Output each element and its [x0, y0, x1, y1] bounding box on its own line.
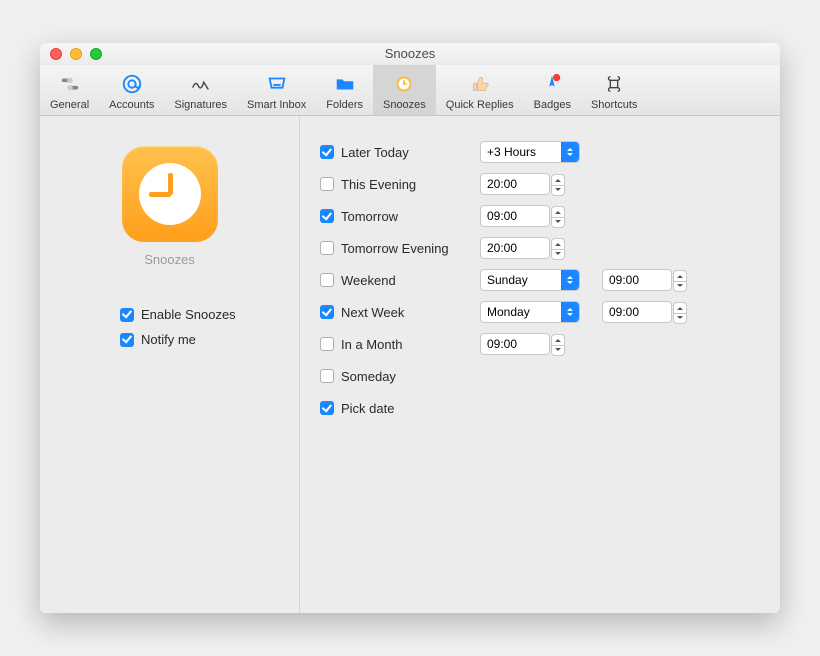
at-icon — [109, 71, 154, 97]
toolbar: General Accounts Signatures Smart Inbox … — [40, 65, 780, 116]
tab-folders[interactable]: Folders — [316, 65, 373, 115]
signature-icon — [174, 71, 227, 97]
preferences-window: Snoozes General Accounts Signatures Smar… — [40, 43, 780, 613]
row-weekend: Weekend Sunday 09:00 — [320, 268, 760, 292]
label: Notify me — [141, 332, 196, 347]
next-week-time[interactable]: 09:00 — [602, 301, 672, 323]
in-a-month-time[interactable]: 09:00 — [480, 333, 550, 355]
checkbox[interactable] — [120, 308, 134, 322]
tab-label: Shortcuts — [591, 99, 637, 111]
inbox-icon — [247, 71, 306, 97]
label: Pick date — [341, 401, 394, 416]
label: This Evening — [341, 177, 416, 192]
row-in-a-month: In a Month 09:00 — [320, 332, 760, 356]
tab-label: Signatures — [174, 99, 227, 111]
checkbox[interactable] — [320, 241, 334, 255]
stepper[interactable] — [673, 302, 687, 324]
weekend-day-select[interactable]: Sunday — [480, 269, 580, 291]
sidebar: Snoozes Enable Snoozes Notify me — [40, 116, 300, 613]
label: Weekend — [341, 273, 396, 288]
stepper[interactable] — [551, 206, 565, 228]
badges-icon — [534, 71, 571, 97]
tab-label: Accounts — [109, 99, 154, 111]
checkbox[interactable] — [120, 333, 134, 347]
enable-snoozes-option[interactable]: Enable Snoozes — [120, 307, 236, 322]
row-next-week: Next Week Monday 09:00 — [320, 300, 760, 324]
tab-signatures[interactable]: Signatures — [164, 65, 237, 115]
later-today-select[interactable]: +3 Hours — [480, 141, 580, 163]
minimize-button[interactable] — [70, 48, 82, 60]
stepper[interactable] — [551, 174, 565, 196]
checkbox[interactable] — [320, 369, 334, 383]
window-controls — [50, 48, 102, 60]
checkbox[interactable] — [320, 145, 334, 159]
sidebar-title: Snoozes — [144, 252, 195, 267]
stepper[interactable] — [673, 270, 687, 292]
options-panel: Later Today +3 Hours This Evening 20:00 … — [300, 116, 780, 613]
label: Next Week — [341, 305, 404, 320]
label: Someday — [341, 369, 396, 384]
row-someday: Someday — [320, 364, 760, 388]
switches-icon — [50, 71, 89, 97]
tab-snoozes[interactable]: Snoozes — [373, 65, 436, 115]
row-later-today: Later Today +3 Hours — [320, 140, 760, 164]
tomorrow-time[interactable]: 09:00 — [480, 205, 550, 227]
row-pick-date: Pick date — [320, 396, 760, 420]
checkbox[interactable] — [320, 337, 334, 351]
label: Enable Snoozes — [141, 307, 236, 322]
clock-face — [139, 163, 201, 225]
content: Snoozes Enable Snoozes Notify me Later T… — [40, 116, 780, 613]
tab-label: Quick Replies — [446, 99, 514, 111]
tab-label: Badges — [534, 99, 571, 111]
row-tomorrow-evening: Tomorrow Evening 20:00 — [320, 236, 760, 260]
stepper[interactable] — [551, 238, 565, 260]
command-icon — [591, 71, 637, 97]
tab-quick-replies[interactable]: Quick Replies — [436, 65, 524, 115]
tab-accounts[interactable]: Accounts — [99, 65, 164, 115]
chevron-updown-icon — [561, 302, 579, 322]
label: Later Today — [341, 145, 409, 160]
checkbox[interactable] — [320, 273, 334, 287]
checkbox[interactable] — [320, 209, 334, 223]
snoozes-app-icon — [122, 146, 218, 242]
stepper[interactable] — [551, 334, 565, 356]
tab-general[interactable]: General — [40, 65, 99, 115]
titlebar: Snoozes — [40, 43, 780, 65]
chevron-updown-icon — [561, 142, 579, 162]
tab-label: Folders — [326, 99, 363, 111]
checkbox[interactable] — [320, 305, 334, 319]
label: In a Month — [341, 337, 402, 352]
next-week-day-select[interactable]: Monday — [480, 301, 580, 323]
tab-label: Snoozes — [383, 99, 426, 111]
tab-label: Smart Inbox — [247, 99, 306, 111]
weekend-time[interactable]: 09:00 — [602, 269, 672, 291]
minute-hand — [168, 173, 173, 195]
tab-shortcuts[interactable]: Shortcuts — [581, 65, 647, 115]
checkbox[interactable] — [320, 177, 334, 191]
close-button[interactable] — [50, 48, 62, 60]
folder-icon — [326, 71, 363, 97]
tab-badges[interactable]: Badges — [524, 65, 581, 115]
thumbs-up-icon — [446, 71, 514, 97]
label: Tomorrow — [341, 209, 398, 224]
chevron-updown-icon — [561, 270, 579, 290]
row-tomorrow: Tomorrow 09:00 — [320, 204, 760, 228]
this-evening-time[interactable]: 20:00 — [480, 173, 550, 195]
notify-me-option[interactable]: Notify me — [120, 332, 236, 347]
checkbox[interactable] — [320, 401, 334, 415]
window-title: Snoozes — [40, 46, 780, 61]
tomorrow-evening-time[interactable]: 20:00 — [480, 237, 550, 259]
label: Tomorrow Evening — [341, 241, 449, 256]
tab-label: General — [50, 99, 89, 111]
zoom-button[interactable] — [90, 48, 102, 60]
clock-icon — [383, 71, 426, 97]
tab-smart-inbox[interactable]: Smart Inbox — [237, 65, 316, 115]
row-this-evening: This Evening 20:00 — [320, 172, 760, 196]
